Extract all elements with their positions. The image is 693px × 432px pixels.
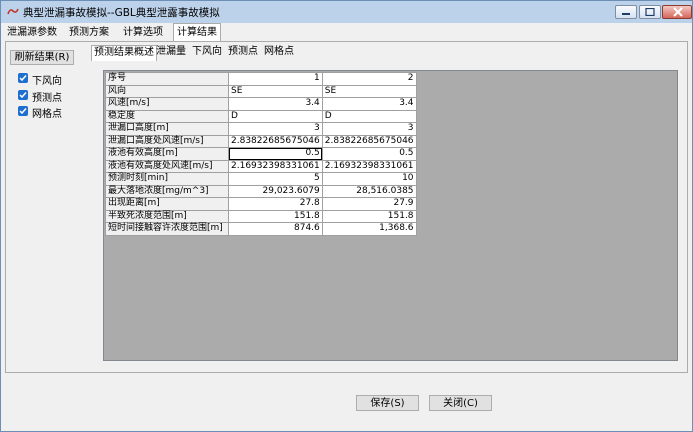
check-icon (19, 92, 27, 99)
table-cell[interactable]: 5 (228, 172, 323, 186)
table-cell[interactable]: 2.83822685675046 (321, 134, 417, 148)
table-cell[interactable]: SE (228, 84, 323, 98)
table-cell[interactable]: D (321, 109, 417, 123)
tab-calc-options[interactable]: 计算选项 (123, 25, 163, 41)
table-row: 风速[m/s] 3.4 3.4 (105, 97, 417, 111)
row-header: 出现距离[m] (105, 197, 229, 211)
table-cell[interactable]: 27.9 (321, 197, 417, 211)
results-grid[interactable]: 序号 1 2 风向 SE SE 风速[m/s] 3.4 3.4 稳定度 D D 泄漏口高度[m] 3 3 泄漏… (103, 70, 678, 361)
tab-calc-results[interactable]: 计算结果 (173, 23, 221, 41)
window-title: 典型泄漏事故模拟--GBL典型泄露事故模拟 (23, 7, 220, 19)
table-cell[interactable]: 151.8 (321, 209, 417, 223)
table-cell[interactable]: 1,368.6 (321, 222, 417, 236)
tab-leak-source-params[interactable]: 泄漏源参数 (7, 25, 57, 41)
close-button[interactable]: 关闭(C) (429, 395, 492, 411)
close-window-button[interactable] (662, 5, 692, 19)
app-window: 典型泄漏事故模拟--GBL典型泄露事故模拟 泄漏源参数 预测方案 计算选项 计算… (0, 0, 693, 432)
table-row: 稳定度 D D (105, 109, 417, 123)
tab-forecast-points[interactable]: 预测点 (228, 45, 258, 59)
checkbox-box[interactable] (18, 90, 28, 100)
table-row: 短时间接触容许浓度范围[m] 874.6 1,368.6 (105, 222, 417, 236)
row-header: 序号 (105, 72, 229, 86)
row-header: 液池有效高度[m] (105, 147, 229, 161)
checkbox-box[interactable] (18, 73, 28, 83)
table-cell[interactable]: 2.83822685675046 (228, 134, 323, 148)
app-logo-icon (7, 8, 19, 15)
row-header: 最大落地浓度[mg/m^3] (105, 184, 229, 198)
minimize-button[interactable] (615, 5, 637, 19)
table-cell[interactable]: 3.4 (228, 97, 323, 111)
row-header: 液池有效高度处风速[m/s] (105, 159, 229, 173)
table-cell[interactable]: 2 (321, 72, 417, 86)
row-header: 风向 (105, 84, 229, 98)
table-cell[interactable]: SE (321, 84, 417, 98)
maximize-button[interactable] (639, 5, 661, 19)
table-cell[interactable]: 29,023.6079 (228, 184, 323, 198)
minimize-icon (622, 13, 630, 15)
table-row: 序号 1 2 (105, 72, 417, 86)
table-cell[interactable]: D (228, 109, 323, 123)
table-row: 液池有效高度处风速[m/s] 2.16932398331061 2.16932398… (105, 159, 417, 173)
table-row: 泄漏口高度[m] 3 3 (105, 122, 417, 136)
row-header: 泄漏口高度[m] (105, 122, 229, 136)
tab-grid-points[interactable]: 网格点 (264, 45, 294, 59)
table-cell[interactable]: 0.5 (228, 147, 323, 161)
row-header: 半致死浓度范围[m] (105, 209, 229, 223)
table-cell[interactable]: 1 (228, 72, 323, 86)
results-table: 序号 1 2 风向 SE SE 风速[m/s] 3.4 3.4 稳定度 D D 泄漏口高度[m] 3 3 泄漏… (105, 72, 417, 236)
table-cell[interactable]: 0.5 (321, 147, 417, 161)
table-cell[interactable]: 3 (228, 122, 323, 136)
title-bar[interactable]: 典型泄漏事故模拟--GBL典型泄露事故模拟 (1, 1, 692, 23)
row-header: 稳定度 (105, 109, 229, 123)
table-cell[interactable]: 27.8 (228, 197, 323, 211)
table-cell[interactable]: 874.6 (228, 222, 323, 236)
table-cell[interactable]: 2.16932398331061 (321, 159, 417, 173)
table-cell[interactable]: 2.16932398331061 (228, 159, 323, 173)
table-cell[interactable]: 3 (321, 122, 417, 136)
row-header: 短时间接触容许浓度范围[m] (105, 222, 229, 236)
tab-leak-amount[interactable]: 泄漏量 (156, 45, 186, 59)
tab-downwind[interactable]: 下风向 (192, 45, 222, 59)
checkbox-label: 预测点 (32, 93, 62, 104)
table-row: 出现距离[m] 27.8 27.9 (105, 197, 417, 211)
checkbox-box[interactable] (18, 106, 28, 116)
check-icon (19, 108, 27, 115)
save-button[interactable]: 保存(S) (356, 395, 419, 411)
table-row: 风向 SE SE (105, 84, 417, 98)
table-cell[interactable]: 151.8 (228, 209, 323, 223)
table-cell[interactable]: 3.4 (321, 97, 417, 111)
table-row: 半致死浓度范围[m] 151.8 151.8 (105, 209, 417, 223)
table-cell[interactable]: 28,516.0385 (321, 184, 417, 198)
table-cell[interactable]: 10 (321, 172, 417, 186)
close-icon (673, 7, 683, 17)
table-row: 泄漏口高度处风速[m/s] 2.83822685675046 2.838226856… (105, 134, 417, 148)
table-row: 最大落地浓度[mg/m^3] 29,023.6079 28,516.0385 (105, 184, 417, 198)
maximize-icon (645, 8, 655, 16)
checkbox-label: 下风向 (32, 76, 62, 87)
table-row: 预测时刻[min] 5 10 (105, 172, 417, 186)
row-header: 风速[m/s] (105, 97, 229, 111)
row-header: 预测时刻[min] (105, 172, 229, 186)
refresh-results-button[interactable]: 刷新结果(R) (10, 50, 74, 65)
check-icon (19, 75, 27, 82)
tab-forecast-plan[interactable]: 预测方案 (69, 25, 109, 41)
checkbox-label: 网格点 (32, 109, 62, 120)
table-row: 液池有效高度[m] 0.5 0.5 (105, 147, 417, 161)
tab-result-overview[interactable]: 预测结果概述 (91, 45, 157, 61)
row-header: 泄漏口高度处风速[m/s] (105, 134, 229, 148)
